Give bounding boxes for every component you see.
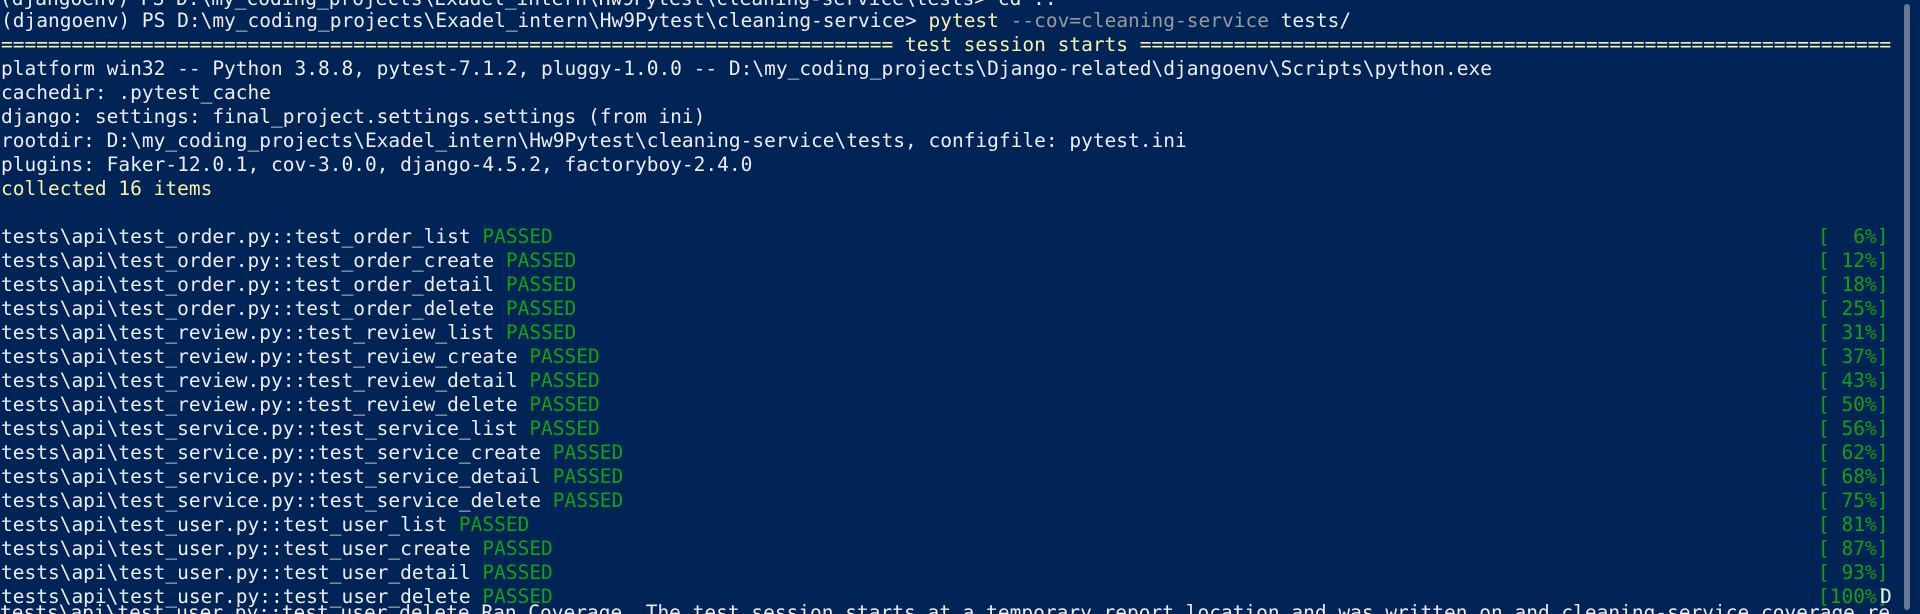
test-status: PASSED (552, 489, 624, 512)
test-status: PASSED (552, 465, 624, 488)
test-progress: [ 62%] (1818, 441, 1889, 464)
info-line-django: django: settings: final_project.settings… (1, 105, 706, 128)
test-progress: [ 93%] (1818, 561, 1889, 584)
test-progress: [ 18%] (1818, 273, 1889, 296)
test-status: PASSED (505, 321, 577, 344)
test-progress: [ 37%] (1818, 345, 1889, 368)
test-row: tests\api\test_service.py::test_service_… (1, 465, 623, 489)
test-row: tests\api\test_user.py::test_user_detail… (1, 561, 553, 585)
scrollbar-thumb[interactable] (1904, 4, 1910, 610)
test-name: tests\api\test_service.py::test_service_… (1, 441, 542, 464)
test-row: tests\api\test_order.py::test_order_crea… (1, 249, 576, 273)
test-progress: [ 43%] (1818, 369, 1889, 392)
test-row: tests\api\test_review.py::test_review_de… (1, 369, 600, 393)
test-name: tests\api\test_service.py::test_service_… (1, 417, 518, 440)
test-name: tests\api\test_order.py::test_order_crea… (1, 249, 495, 272)
test-row: tests\api\test_service.py::test_service_… (1, 489, 623, 513)
test-name: tests\api\test_user.py::test_user_list (1, 513, 448, 536)
test-name: tests\api\test_service.py::test_service_… (1, 465, 542, 488)
test-row: tests\api\test_user.py::test_user_create… (1, 537, 553, 561)
test-name: tests\api\test_review.py::test_review_li… (1, 321, 495, 344)
test-name: tests\api\test_review.py::test_review_cr… (1, 345, 518, 368)
test-status: PASSED (529, 393, 600, 416)
test-status: PASSED (529, 345, 600, 368)
info-line-platform: platform win32 -- Python 3.8.8, pytest-7… (1, 57, 1492, 80)
test-status: PASSED (505, 249, 577, 272)
info-line-plugins: plugins: Faker-12.0.1, cov-3.0.0, django… (1, 153, 753, 176)
test-status: PASSED (482, 537, 553, 560)
test-status: PASSED (505, 297, 577, 320)
prompt-line: (djangoenv) PS D:\my_coding_projects\Exa… (1, 9, 1351, 33)
test-name: tests\api\test_review.py::test_review_de… (1, 369, 518, 392)
prompt-args: tests/ (1268, 9, 1352, 32)
test-progress: [ 50%] (1818, 393, 1889, 416)
test-row: tests\api\test_service.py::test_service_… (1, 441, 623, 465)
prompt-flag: --cov=cleaning-service (998, 9, 1269, 32)
info-line-rootdir: rootdir: D:\my_coding_projects\Exadel_in… (1, 129, 1187, 152)
test-row: tests\api\test_service.py::test_service_… (1, 417, 600, 441)
test-status: PASSED (482, 225, 553, 248)
test-name: tests\api\test_order.py::test_order_deta… (1, 273, 495, 296)
test-row: tests\api\test_order.py::test_order_dele… (1, 297, 576, 321)
terminal-window[interactable]: (djangoenv) PS D:\my_coding_projects\Exa… (0, 0, 1920, 614)
collected-line: collected 16 items (1, 177, 213, 200)
test-row: tests\api\test_order.py::test_order_deta… (1, 273, 576, 297)
test-progress: [ 6%] (1818, 225, 1889, 248)
test-status: PASSED (529, 369, 600, 392)
test-row: tests\api\test_user.py::test_user_list P… (1, 513, 529, 537)
prompt-prefix: (djangoenv) PS D:\my_coding_projects\Exa… (1, 9, 929, 32)
test-name: tests\api\test_user.py::test_user_create (1, 537, 471, 560)
info-line-cachedir: cachedir: .pytest_cache (1, 81, 272, 104)
test-progress: [ 87%] (1818, 537, 1889, 560)
test-name: tests\api\test_order.py::test_order_list (1, 225, 471, 248)
test-progress: [ 12%] (1818, 249, 1889, 272)
test-row: tests\api\test_review.py::test_review_de… (1, 393, 600, 417)
test-status: PASSED (505, 273, 577, 296)
test-row: tests\api\test_review.py::test_review_li… (1, 321, 576, 345)
test-progress: [ 75%] (1818, 489, 1889, 512)
test-status: PASSED (482, 561, 553, 584)
test-status: PASSED (529, 417, 600, 440)
test-name: tests\api\test_service.py::test_service_… (1, 489, 542, 512)
test-progress: [ 68%] (1818, 465, 1889, 488)
test-row: tests\api\test_order.py::test_order_list… (1, 225, 553, 249)
test-progress: [ 56%] (1818, 417, 1889, 440)
test-status: PASSED (458, 513, 530, 536)
test-progress: [ 31%] (1818, 321, 1889, 344)
terminal-output[interactable]: (djangoenv) PS D:\my_coding_projects\Exa… (0, 0, 1892, 614)
test-name: tests\api\test_order.py::test_order_dele… (1, 297, 495, 320)
test-name: tests\api\test_user.py::test_user_detail (1, 561, 471, 584)
session-header: ========================================… (1, 33, 1892, 56)
test-progress: [ 81%] (1818, 513, 1889, 536)
test-progress: [ 25%] (1818, 297, 1889, 320)
test-status: PASSED (552, 441, 624, 464)
prompt-command: pytest (928, 9, 999, 32)
bottom-cut-line: tests\api\test_user.py::test_user_delete… (0, 601, 1892, 614)
vertical-scrollbar[interactable] (1892, 0, 1920, 614)
test-name: tests\api\test_review.py::test_review_de… (1, 393, 518, 416)
test-row: tests\api\test_review.py::test_review_cr… (1, 345, 600, 369)
